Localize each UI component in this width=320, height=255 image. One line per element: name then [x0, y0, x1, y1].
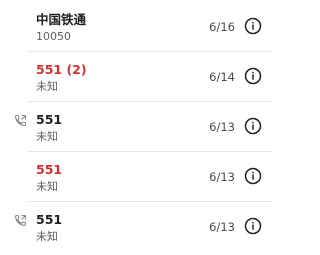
- call-log-list: 中国铁通 10050 6/16 551 (2) 未知 6/14 551 未知 6…: [0, 0, 282, 255]
- contact-number: 10050: [36, 30, 71, 43]
- contact-name: 551: [36, 112, 63, 127]
- contact-name: 551: [36, 212, 63, 227]
- contact-name: 中国铁通: [36, 12, 87, 27]
- contact-location: 未知: [36, 130, 58, 143]
- info-icon[interactable]: [244, 167, 262, 185]
- contact-location: 未知: [36, 180, 58, 193]
- contact-name: 551: [36, 162, 63, 177]
- call-date: 6/13: [209, 170, 235, 184]
- contact-location: 未知: [36, 80, 58, 93]
- call-date: 6/14: [209, 70, 235, 84]
- call-date: 6/16: [209, 20, 235, 34]
- info-icon[interactable]: [244, 217, 262, 235]
- call-log-row[interactable]: 551 未知 6/13: [0, 202, 282, 252]
- info-icon[interactable]: [244, 67, 262, 85]
- call-log-row[interactable]: 551 (2) 未知 6/14: [0, 52, 282, 102]
- contact-name: 551 (2): [36, 62, 87, 77]
- call-date: 6/13: [209, 220, 235, 234]
- call-log-row[interactable]: 中国铁通 10050 6/16: [0, 2, 282, 52]
- info-icon[interactable]: [244, 17, 262, 35]
- contact-location: 未知: [36, 230, 58, 243]
- outgoing-call-icon: [15, 115, 26, 126]
- call-log-row[interactable]: 551 未知 6/13: [0, 102, 282, 152]
- outgoing-call-icon: [15, 215, 26, 226]
- call-date: 6/13: [209, 120, 235, 134]
- info-icon[interactable]: [244, 117, 262, 135]
- call-log-row[interactable]: 551 未知 6/13: [0, 152, 282, 202]
